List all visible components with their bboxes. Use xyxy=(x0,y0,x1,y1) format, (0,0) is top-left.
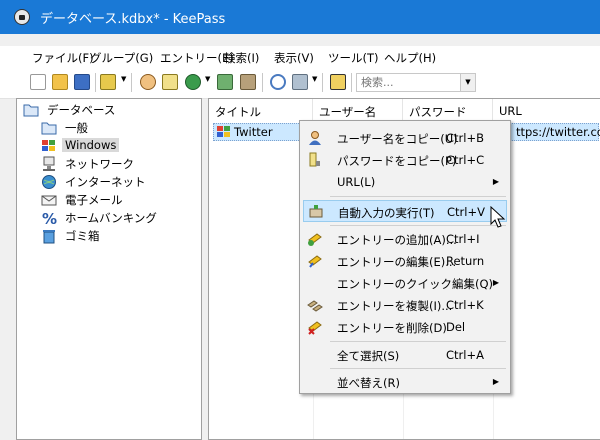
copy-password-icon[interactable] xyxy=(162,74,178,90)
menu-bar: ファイル(F) グループ(G) エントリー(E) 検索(I) 表示(V) ツール… xyxy=(0,46,600,68)
menu-item-add-entry[interactable]: エントリーの追加(A)... Ctrl+I xyxy=(303,228,507,250)
open-url-dropdown-arrow[interactable]: ▼ xyxy=(205,75,210,83)
tools-icon[interactable] xyxy=(292,74,308,90)
menu-tools[interactable]: ツール(T) xyxy=(328,50,379,66)
lock-icon[interactable] xyxy=(330,74,346,90)
find-icon[interactable] xyxy=(270,74,286,90)
edit-entry-icon xyxy=(308,255,322,268)
delete-entry-icon xyxy=(308,321,322,335)
submenu-arrow-icon: ▶ xyxy=(492,377,499,386)
autotype-icon xyxy=(309,205,323,218)
email-icon xyxy=(41,195,57,206)
group-tree[interactable]: データベース 一般 Windows ネットワーク インターネット 電子メール %… xyxy=(16,98,202,440)
network-icon xyxy=(43,156,55,171)
menu-item-quick-edit-entry[interactable]: エントリーのクイック編集(Q) ▶ xyxy=(303,272,507,294)
add-entry-icon xyxy=(308,233,322,246)
toolbar: ▼ ▼ ▼ ▼ xyxy=(0,68,600,99)
entry-context-menu: ユーザー名をコピー(U) Ctrl+B パスワードをコピー(P) Ctrl+C … xyxy=(299,120,511,394)
entry-url: ttps://twitter.com/ xyxy=(516,125,600,139)
copy-password-icon xyxy=(309,152,320,167)
submenu-arrow-icon: ▶ xyxy=(492,278,499,287)
tools-dropdown-arrow[interactable]: ▼ xyxy=(312,75,317,83)
search-box[interactable]: ▼ xyxy=(356,73,476,92)
copy-url-icon[interactable] xyxy=(217,74,233,90)
svg-text:%: % xyxy=(42,210,57,226)
add-entry-dropdown-arrow[interactable]: ▼ xyxy=(121,75,126,83)
windows-icon xyxy=(217,126,230,137)
search-dropdown-arrow[interactable]: ▼ xyxy=(460,74,475,91)
menu-item-sort-by[interactable]: 並べ替え(R) ▶ xyxy=(303,371,507,393)
menu-item-select-all[interactable]: 全て選択(S) Ctrl+A xyxy=(303,344,507,366)
open-database-icon[interactable] xyxy=(52,74,68,90)
menu-file[interactable]: ファイル(F) xyxy=(32,50,94,66)
menu-help[interactable]: ヘルプ(H) xyxy=(384,50,436,66)
recycle-bin-icon xyxy=(43,230,55,244)
menu-find[interactable]: 検索(I) xyxy=(224,50,259,66)
submenu-arrow-icon: ▶ xyxy=(492,177,499,186)
column-header-title[interactable]: タイトル xyxy=(209,99,313,121)
menu-group[interactable]: グループ(G) xyxy=(90,50,153,66)
open-folder-icon xyxy=(23,104,39,117)
search-input[interactable] xyxy=(361,76,459,89)
menu-item-delete-entry[interactable]: エントリーを削除(D) Del xyxy=(303,316,507,338)
mouse-cursor-icon xyxy=(490,206,506,228)
open-url-icon[interactable] xyxy=(185,74,201,90)
window-title: データベース.kdbx* - KeePass xyxy=(40,12,226,27)
menu-item-perform-autotype[interactable]: 自動入力の実行(T) Ctrl+V xyxy=(303,200,507,222)
column-header-url[interactable]: URL xyxy=(493,99,600,121)
entry-title: Twitter xyxy=(234,125,273,139)
menu-view[interactable]: 表示(V) xyxy=(274,50,314,66)
internet-icon xyxy=(42,175,56,189)
column-header-password[interactable]: パスワード xyxy=(403,99,493,121)
menu-item-url[interactable]: URL(L) ▶ xyxy=(303,171,507,193)
menu-item-duplicate-entry[interactable]: エントリーを複製(I)... Ctrl+K xyxy=(303,294,507,316)
menu-item-copy-password[interactable]: パスワードをコピー(P) Ctrl+C xyxy=(303,149,507,171)
copy-username-icon xyxy=(309,131,321,145)
windows-icon xyxy=(42,140,55,151)
menu-item-edit-entry[interactable]: エントリーの編集(E)... Return xyxy=(303,250,507,272)
autotype-icon[interactable] xyxy=(240,74,256,90)
percent-icon: % xyxy=(42,210,57,226)
save-icon[interactable] xyxy=(74,74,90,90)
duplicate-entry-icon xyxy=(307,300,323,312)
new-database-icon[interactable] xyxy=(30,74,46,90)
menu-entry[interactable]: エントリー(E) xyxy=(160,50,234,66)
menu-item-copy-username[interactable]: ユーザー名をコピー(U) Ctrl+B xyxy=(303,127,507,149)
add-entry-icon[interactable] xyxy=(100,74,116,90)
copy-username-icon[interactable] xyxy=(140,74,156,90)
title-bar[interactable]: データベース.kdbx* - KeePass xyxy=(0,0,600,34)
keepass-app-icon xyxy=(14,9,30,25)
folder-icon xyxy=(41,122,57,135)
column-header-username[interactable]: ユーザー名 xyxy=(313,99,403,121)
